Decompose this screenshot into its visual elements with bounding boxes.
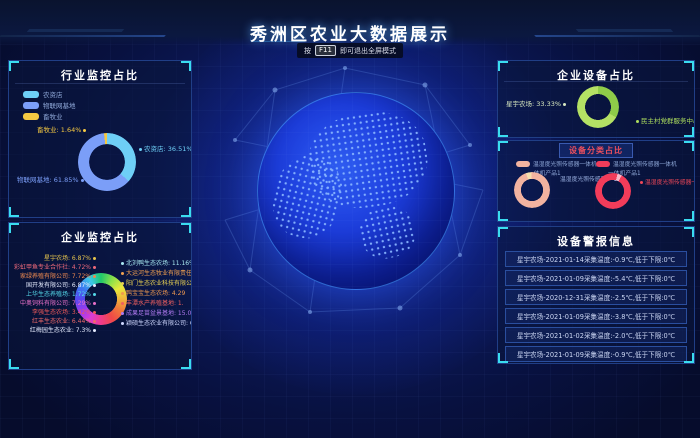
chart-label: 红丰生态农业: 6.44%: [32, 316, 96, 325]
chart-label: 阳门生态农业科技有限公: [121, 278, 192, 287]
chart-label-minzhu-village: 民主村党群服务中心:: [634, 115, 695, 125]
corner-accent: [498, 227, 508, 237]
divider: [15, 83, 185, 84]
alarm-row: 星宇农场-2021-01-02采集温度:-2.0℃,低于下限:0℃: [505, 327, 687, 343]
chart-label: 上华生态养殖场: 1.72%: [26, 289, 96, 298]
corner-accent: [9, 207, 19, 217]
chart-label-xingyu-farm: 星宇农场: 33.33%: [506, 98, 568, 108]
corner-accent: [9, 359, 19, 369]
corner-accent: [684, 227, 694, 237]
corner-accent: [684, 353, 694, 363]
legend-label: 温湿度光照传感器一体机: [613, 159, 677, 168]
corner-accent: [684, 211, 694, 221]
panel-device-alarms: 设备警报信息 星宇农场-2021-01-14采集温度:-0.9℃,低于下限:0℃…: [497, 226, 695, 364]
chart-label: 颖硕生态农业有限公司: 6.87: [121, 318, 192, 327]
alarm-row: 星宇农场-2021-01-14采集温度:-0.9℃,低于下限:0℃: [505, 251, 687, 267]
chart-label-sensor-right: 温湿度光照传感器一: [638, 177, 695, 186]
legend-label: 畜牧业: [43, 111, 63, 121]
globe-continent-dots: [355, 202, 419, 263]
corner-accent: [684, 141, 694, 151]
corner-accent: [684, 61, 694, 71]
legend-swatch-farm-store: [23, 91, 39, 98]
corner-accent: [498, 61, 508, 71]
chart-label: 彩虹甲鱼专业合作社: 4.72%: [14, 262, 96, 271]
fullscreen-tip-suffix: 即可退出全屏模式: [340, 46, 396, 56]
corner-accent: [9, 61, 19, 71]
legend-label: 农资店: [43, 89, 63, 99]
legend-label: 物联网基地: [43, 100, 76, 110]
equipment-donut-chart: [577, 86, 619, 128]
alarm-row: 星宇农场-2020-12-31采集温度:-2.5℃,低于下限:0℃: [505, 289, 687, 305]
corner-accent: [684, 127, 694, 137]
panel-title: 企业设备占比: [498, 61, 694, 83]
device-class-donut-right: [595, 173, 631, 209]
corner-accent: [181, 61, 191, 71]
corner-accent: [181, 359, 191, 369]
panel-title: 设备警报信息: [498, 227, 694, 249]
corner-accent: [9, 223, 19, 233]
legend-item: 畜牧业: [23, 111, 63, 121]
chart-label: 红梅园生态农业: 7.3%: [30, 325, 96, 334]
legend-item: 温湿度光照传感器一体机: [516, 159, 597, 168]
chart-label-farm-store: 农资店: 36.51%: [137, 143, 192, 153]
panel-enterprise-monitor-ratio: 企业监控占比 星宇农场: 6.87% 彩虹甲鱼专业合作社: 4.72% 家绿养殖…: [8, 222, 192, 370]
corner-accent: [498, 211, 508, 221]
legend-swatch-iot-base: [23, 102, 39, 109]
corner-accent: [498, 353, 508, 363]
f11-key-badge: F11: [315, 45, 336, 56]
corner-accent: [181, 207, 191, 217]
legend-swatch-animal-husbandry: [23, 113, 39, 120]
panel-title: 设备分类占比: [559, 143, 633, 158]
chart-label: 星宇农场: 6.87%: [44, 253, 96, 262]
panel-industry-monitor-ratio: 行业监控占比 农资店 物联网基地 畜牧业 畜牧业: 1.64% 农资店: 36.…: [8, 60, 192, 218]
corner-accent: [498, 141, 508, 151]
fullscreen-tip: 按 F11 即可退出全屏模式: [297, 43, 403, 58]
legend-swatch-sensor-red: [596, 161, 610, 167]
chart-label: 中奥饲料有限公司: 7.29%: [20, 298, 96, 307]
legend-item: 物联网基地: [23, 100, 76, 110]
chart-label: 家绿养殖有限公司: 7.72%: [20, 271, 96, 280]
legend-item: 农资店: [23, 89, 63, 99]
corner-accent: [181, 223, 191, 233]
fullscreen-tip-prefix: 按: [304, 46, 311, 56]
industry-donut-chart: [78, 133, 136, 191]
page-title: 秀洲区农业大数据展示: [0, 20, 700, 45]
chart-label-animal-husbandry: 畜牧业: 1.64%: [37, 124, 88, 134]
panel-title: 行业监控占比: [9, 61, 191, 83]
chart-label: 大运河生态牧业有限责任公: [121, 268, 192, 277]
chart-label: 鸭宝宝生态农场: 4.29: [121, 288, 185, 297]
alarm-row: 星宇农场-2021-01-09采集温度:-0.9℃,低于下限:0℃: [505, 346, 687, 362]
chart-label: 国开发有限公司: 6.87%: [26, 280, 96, 289]
alarm-row: 星宇农场-2021-01-09采集温度:-3.8℃,低于下限:0℃: [505, 308, 687, 324]
panel-enterprise-equipment-ratio: 企业设备占比 星宇农场: 33.33% 民主村党群服务中心:: [497, 60, 695, 138]
corner-accent: [498, 127, 508, 137]
chart-label: 丰潭水产养殖基地: 1.: [121, 298, 184, 307]
chart-label: 成果足苗盆景基地: 15.02%: [121, 308, 192, 317]
legend-label: 温湿度光照传感器一体机: [533, 159, 597, 168]
panel-device-class-ratio: 设备分类占比 温湿度光照传感器一体机 一体机产品1 温湿度光照传感器一 温湿度光…: [497, 140, 695, 222]
panel-title: 企业监控占比: [9, 223, 191, 245]
device-class-donut-left: [514, 172, 550, 208]
chart-label-iot-base: 物联网基地: 61.85%: [17, 174, 86, 184]
chart-label: 北刘鸭生态农场: 11.16%: [121, 258, 192, 267]
globe: [257, 92, 455, 290]
dashboard: 秀洲区农业大数据展示 按 F11 即可退出全屏模式 行业监控占比 农资店 物联网…: [0, 0, 700, 438]
legend-item: 温湿度光照传感器一体机: [596, 159, 677, 168]
legend-swatch-sensor-pink: [516, 161, 530, 167]
alarm-row: 星宇农场-2021-01-09采集温度:-5.4℃,低于下限:0℃: [505, 270, 687, 286]
chart-label: 李强生态农场: 3.42%: [32, 307, 96, 316]
divider: [504, 81, 688, 82]
